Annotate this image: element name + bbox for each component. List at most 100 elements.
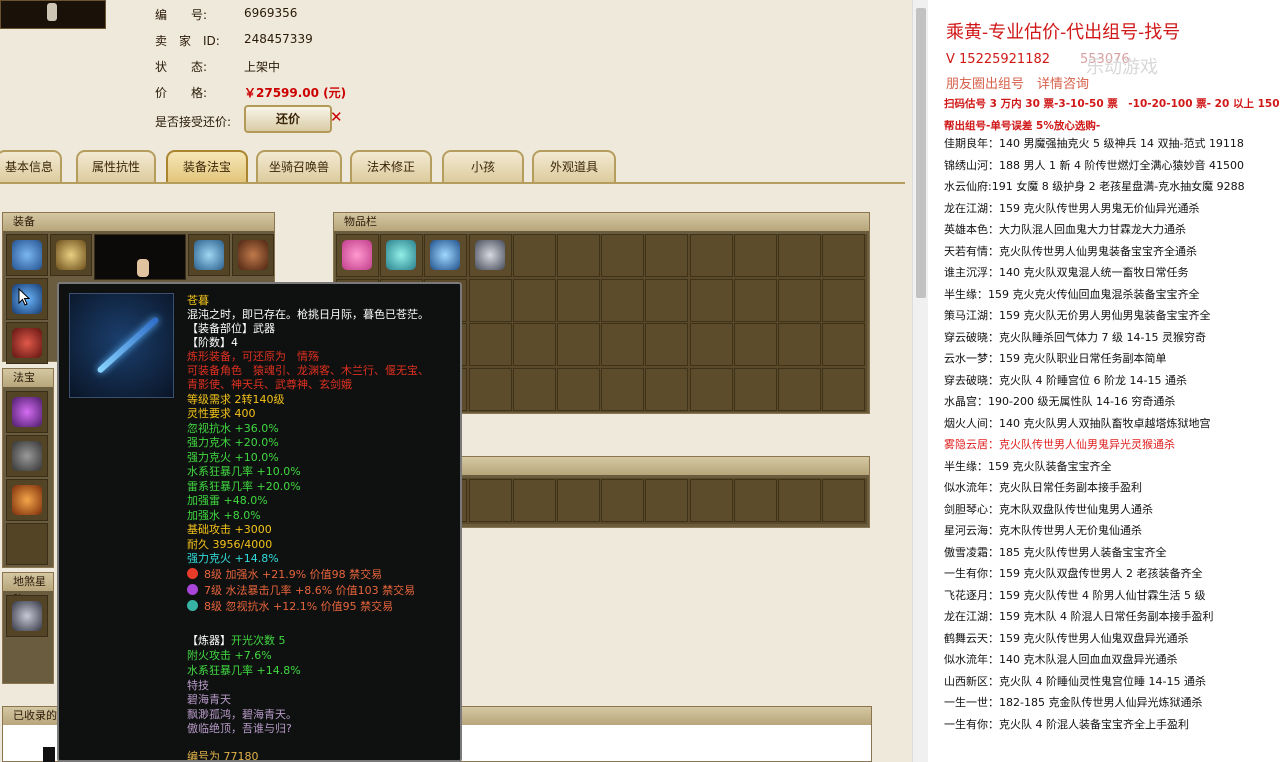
mouse-cursor-icon	[18, 288, 30, 306]
account-entry: 天若有情：克火队传世男人仙男鬼装备宝宝齐全通杀	[944, 244, 1197, 258]
account-entry: 雾隐云居：克火队传世男人仙男鬼异光灵猴通杀	[944, 438, 1175, 451]
inventory-slot[interactable]	[645, 234, 689, 277]
equipment-header: 装备	[3, 213, 274, 231]
inventory-slot[interactable]	[822, 323, 866, 366]
formation-slot[interactable]	[6, 595, 48, 637]
inventory-slot[interactable]	[557, 234, 600, 277]
tooltip-refine-note: 炼形装备，可还原为 情殇	[187, 350, 319, 363]
inventory-slot[interactable]	[336, 234, 379, 277]
inventory-slot[interactable]	[778, 278, 821, 322]
inventory-slot[interactable]	[601, 367, 645, 411]
inventory-slot[interactable]	[601, 323, 645, 366]
storage-slot[interactable]	[689, 479, 733, 522]
storage-slot[interactable]	[778, 479, 821, 522]
storage-slot[interactable]	[822, 479, 866, 522]
storage-slot[interactable]	[733, 479, 777, 522]
equip-slot-boots[interactable]	[6, 322, 48, 364]
character-avatar	[0, 0, 106, 29]
inventory-slot[interactable]	[778, 323, 821, 366]
tooltip-desc: 混沌之时，即已存在。枪挑日月际，暮色已苍茫。	[187, 308, 429, 321]
account-entry: 锦绣山河：188 男人 1 新 4 阶传世燃灯全满心猿妙音 41500	[944, 158, 1244, 172]
tooltip-serial: 编号为 77180	[187, 750, 259, 762]
tooltip-stat: 等级需求 2转140级	[187, 393, 285, 406]
account-entry: 飞花逐月：159 克火队传世 4 阶男人仙甘霖生活 5 级	[944, 588, 1206, 602]
account-entry: 穿云破晓：克火队睡杀回气体力 7 级 14-15 灵猴穷奇	[944, 330, 1206, 344]
equip-slot-necklace[interactable]	[50, 234, 92, 276]
account-entry: 一生一世：182-185 克金队传世男人仙异光炼狱通杀	[944, 696, 1203, 709]
tab-child[interactable]: 小孩	[442, 150, 524, 183]
inventory-slot[interactable]	[645, 278, 689, 322]
inventory-slot[interactable]	[822, 278, 866, 322]
inventory-slot[interactable]	[822, 367, 866, 411]
account-entry: 谁主沉浮：140 克火队双鬼混人统一畜牧日常任务	[944, 266, 1189, 279]
purple-gem-icon	[187, 584, 198, 595]
tab-basic-info[interactable]: 基本信息	[0, 150, 62, 183]
account-entry: 剑胆琴心：克木队双盘队传世仙鬼男人通杀	[944, 502, 1153, 516]
inventory-slot[interactable]	[468, 323, 512, 366]
bargain-button[interactable]: 还价	[244, 105, 332, 133]
inventory-slot[interactable]	[733, 323, 777, 366]
inventory-slot[interactable]	[557, 323, 600, 366]
inventory-slot[interactable]	[468, 367, 512, 411]
inventory-slot[interactable]	[512, 278, 556, 322]
inventory-slot[interactable]	[689, 234, 733, 277]
inventory-slot[interactable]	[778, 234, 821, 277]
trade-detail-page: 编 号: 6969356 卖 家 ID: 248457339 状 态: 上架中 …	[0, 0, 912, 762]
inventory-slot[interactable]	[380, 234, 424, 277]
fabao-slot-2[interactable]	[6, 435, 48, 477]
page-scrollbar[interactable]	[912, 0, 928, 762]
inventory-slot[interactable]	[689, 278, 733, 322]
inventory-slot[interactable]	[512, 323, 556, 366]
storage-slot[interactable]	[645, 479, 689, 522]
inventory-slot[interactable]	[512, 367, 556, 411]
storage-slot[interactable]	[512, 479, 556, 522]
account-entry: 一生有你：克火队 4 阶混人装备宝宝齐全上手盈利	[944, 717, 1189, 731]
account-entry: 策马江湖：159 克火队无价男人男仙男鬼装备宝宝齐全	[944, 309, 1211, 322]
account-entry: 水云仙府:191 女魔 8 级护身 2 老孩星盘满-克水抽女魔 9288	[944, 180, 1245, 193]
inventory-slot[interactable]	[468, 278, 512, 322]
tooltip-stat: 忽视抗水 +36.0%	[187, 422, 279, 435]
storage-slot[interactable]	[601, 479, 645, 522]
formation-panel: 地煞星阵	[2, 572, 54, 684]
fabao-slot-3[interactable]	[6, 479, 48, 521]
inventory-slot[interactable]	[689, 367, 733, 411]
storage-slot[interactable]	[468, 479, 512, 522]
inventory-slot[interactable]	[778, 367, 821, 411]
inventory-slot[interactable]	[468, 234, 512, 277]
account-entry: 云水一梦：159 克火队职业日常任务副本简单	[944, 352, 1167, 365]
inventory-slot[interactable]	[512, 234, 556, 277]
inventory-slot[interactable]	[733, 367, 777, 411]
inventory-slot[interactable]	[645, 367, 689, 411]
fabao-slot-4[interactable]	[6, 523, 48, 565]
equip-slot-helmet[interactable]	[6, 234, 48, 276]
fabao-slot-1[interactable]	[6, 391, 48, 433]
close-icon[interactable]: ✕	[330, 108, 343, 126]
tab-attributes[interactable]: 属性抗性	[76, 150, 156, 183]
inventory-slot[interactable]	[557, 278, 600, 322]
equip-slot-belt[interactable]	[232, 234, 274, 276]
tooltip-gem-1: 8级 加强水 +21.9% 价值98 禁交易	[187, 568, 382, 582]
inventory-slot[interactable]	[733, 278, 777, 322]
storage-slot[interactable]	[557, 479, 600, 522]
label-seller: 卖 家 ID:	[155, 34, 220, 48]
inventory-slot[interactable]	[557, 367, 600, 411]
inventory-slot[interactable]	[733, 234, 777, 277]
tab-appearance[interactable]: 外观道具	[532, 150, 616, 183]
collected-item[interactable]	[43, 747, 55, 762]
inventory-slot[interactable]	[689, 323, 733, 366]
gem-text: 7级 水法暴击几率 +8.6% 价值103 禁交易	[204, 584, 416, 597]
fabao-header: 法宝	[3, 369, 53, 387]
inventory-slot[interactable]	[822, 234, 866, 277]
inventory-slot[interactable]	[601, 278, 645, 322]
inventory-slot[interactable]	[601, 234, 645, 277]
tab-mounts[interactable]: 坐骑召唤兽	[256, 150, 342, 183]
inventory-slot[interactable]	[424, 234, 468, 277]
tab-equipment[interactable]: 装备法宝	[166, 150, 248, 183]
inventory-slot[interactable]	[645, 323, 689, 366]
tooltip-stat: 加强水 +8.0%	[187, 509, 261, 522]
gem-text: 8级 忽视抗水 +12.1% 价值95 禁交易	[204, 600, 394, 613]
scrollbar-thumb[interactable]	[916, 8, 926, 298]
tooltip-gem-2: 7级 水法暴击几率 +8.6% 价值103 禁交易	[187, 584, 415, 598]
tab-spell-mods[interactable]: 法术修正	[350, 150, 432, 183]
equip-slot-armor[interactable]	[188, 234, 230, 276]
